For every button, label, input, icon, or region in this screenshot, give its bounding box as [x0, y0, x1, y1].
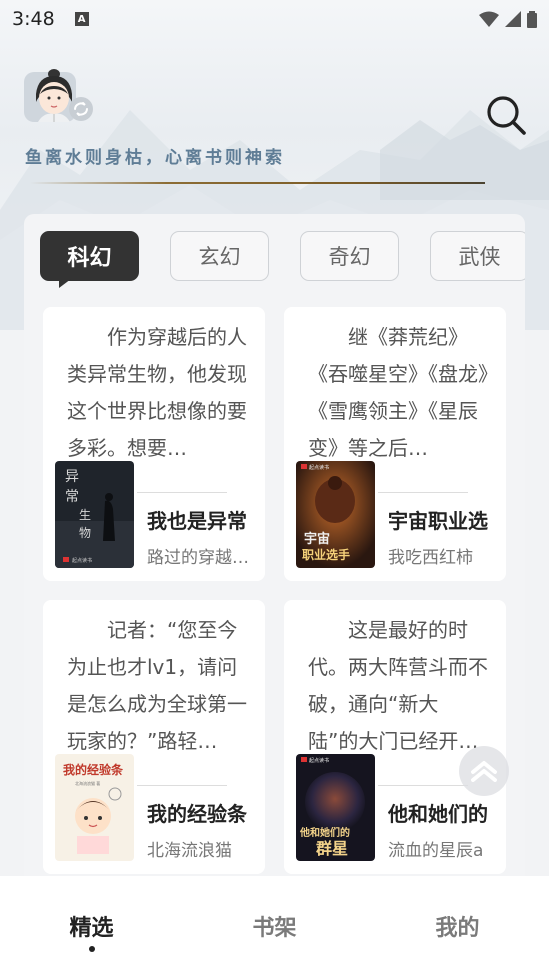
- signal-icon: [505, 11, 521, 27]
- status-time: 3:48: [12, 8, 55, 30]
- svg-text:宇宙: 宇宙: [304, 531, 330, 547]
- book-description: 这是最好的时代。两大阵营斗而不破，通向“新大陆”的大门已经开…: [308, 618, 488, 753]
- svg-text:常: 常: [65, 489, 79, 505]
- book-author: 我吃西红柿: [388, 548, 473, 568]
- cover-title-text: 异: [65, 469, 79, 485]
- card-divider: [378, 785, 468, 786]
- svg-text:起点读书: 起点读书: [309, 757, 329, 764]
- svg-text:生: 生: [79, 508, 91, 522]
- book-description: 作为穿越后的人类异常生物，他发现这个世界比想像的要多彩。想要…: [67, 325, 247, 460]
- book-cover[interactable]: 起点读书 异 常 生 物: [55, 461, 134, 568]
- book-author: 北海流浪猫: [147, 841, 232, 861]
- card-divider: [137, 785, 227, 786]
- book-cover[interactable]: 起点读书 宇宙 职业选手: [296, 461, 375, 568]
- active-indicator-dot: [88, 946, 95, 952]
- tab-wuxia[interactable]: 武侠: [430, 231, 525, 281]
- svg-text:物: 物: [79, 526, 91, 540]
- switch-icon[interactable]: [68, 96, 94, 122]
- book-author: 流血的星辰a: [388, 841, 484, 861]
- book-card[interactable]: 记者：“您至今为止也才lv1，请问是怎么成为全球第一玩家的？”路轻… 我的经验条…: [43, 600, 265, 874]
- nav-featured-label: 精选: [69, 915, 114, 941]
- book-description: 继《莽荒纪》《吞噬星空》《盘龙》《雪鹰领主》《星辰变》等之后…: [308, 325, 488, 460]
- nav-featured[interactable]: 精选: [0, 876, 183, 976]
- notification-icon: A: [74, 12, 89, 26]
- avatar[interactable]: [24, 64, 94, 124]
- nav-mine-label: 我的: [435, 915, 480, 941]
- book-cover[interactable]: 起点读书 他和她们的 群星: [296, 754, 375, 861]
- nav-bookshelf-label: 书架: [252, 915, 297, 941]
- svg-text:群星: 群星: [316, 839, 348, 858]
- card-divider: [137, 492, 227, 493]
- bottom-nav: 精选 书架 我的: [0, 876, 549, 976]
- tab-scifi[interactable]: 科幻: [40, 231, 139, 288]
- card-divider: [378, 492, 468, 493]
- double-chevron-up-icon: [471, 761, 497, 782]
- book-panel: 科幻 玄幻 奇幻 武侠 作为穿越后的人类异常生物，他发现这个世界比想像的要多彩。…: [24, 214, 525, 876]
- book-card[interactable]: 继《莽荒纪》《吞噬星空》《盘龙》《雪鹰领主》《星辰变》等之后… 起点读书 宇宙 …: [284, 307, 506, 581]
- book-title: 宇宙职业选: [388, 509, 488, 533]
- book-card[interactable]: 作为穿越后的人类异常生物，他发现这个世界比想像的要多彩。想要… 起点读书 异 常…: [43, 307, 265, 581]
- scroll-to-top-button[interactable]: [459, 746, 509, 796]
- nav-bookshelf[interactable]: 书架: [183, 876, 366, 976]
- category-tabs: 科幻 玄幻 奇幻 武侠: [40, 231, 525, 288]
- svg-text:起点读书: 起点读书: [72, 557, 92, 564]
- slogan: 鱼离水则身枯，心离书则神索: [25, 148, 285, 168]
- book-title: 我的经验条: [147, 802, 247, 826]
- book-title: 我也是异常: [147, 509, 247, 533]
- slogan-underline: [30, 182, 485, 184]
- search-icon: [487, 96, 526, 135]
- status-bar: 3:48 A: [0, 0, 549, 38]
- book-card[interactable]: 这是最好的时代。两大阵营斗而不破，通向“新大陆”的大门已经开… 起点读书 他和她…: [284, 600, 506, 874]
- search-button[interactable]: [484, 93, 528, 137]
- book-author: 路过的穿越…: [147, 548, 249, 568]
- book-cover[interactable]: 我的经验条 北海流浪猫 著: [55, 754, 134, 861]
- wifi-icon: [479, 11, 499, 27]
- svg-text:他和她们的: 他和她们的: [299, 826, 350, 839]
- battery-icon: [527, 10, 537, 28]
- tab-xuanhuan[interactable]: 玄幻: [170, 231, 269, 281]
- svg-text:我的经验条: 我的经验条: [63, 762, 124, 777]
- svg-text:职业选手: 职业选手: [302, 547, 350, 562]
- tab-fantasy[interactable]: 奇幻: [300, 231, 399, 281]
- book-title: 他和她们的: [388, 802, 488, 826]
- svg-text:起点读书: 起点读书: [309, 464, 329, 471]
- nav-mine[interactable]: 我的: [366, 876, 549, 976]
- svg-text:北海流浪猫 著: 北海流浪猫 著: [75, 780, 100, 786]
- book-description: 记者：“您至今为止也才lv1，请问是怎么成为全球第一玩家的？”路轻…: [67, 618, 247, 753]
